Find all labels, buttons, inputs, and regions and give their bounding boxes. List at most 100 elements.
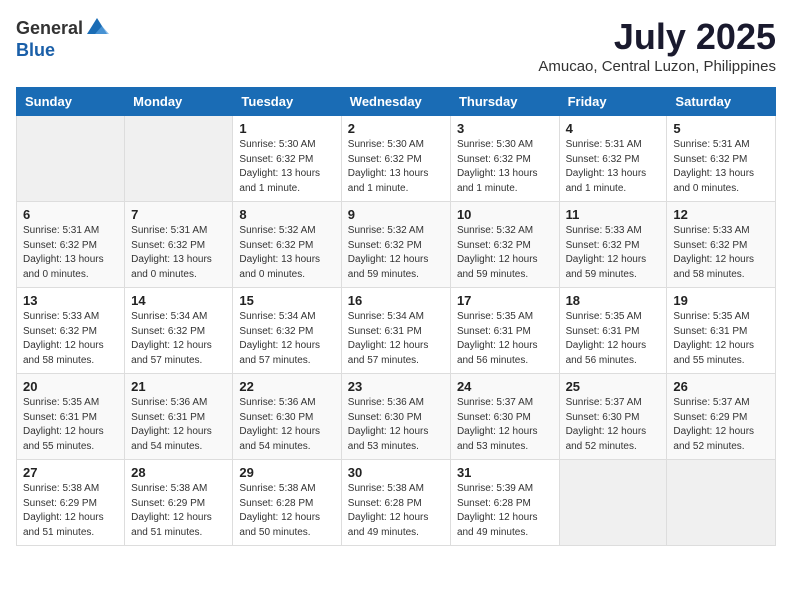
- day-number: 18: [566, 293, 661, 308]
- day-number: 15: [239, 293, 334, 308]
- calendar-cell: 22 Sunrise: 5:36 AM Sunset: 6:30 PM Dayli…: [233, 374, 341, 460]
- calendar-cell: [559, 460, 667, 546]
- calendar-week-row-1: 1 Sunrise: 5:30 AM Sunset: 6:32 PM Daylig…: [17, 116, 776, 202]
- day-info: Sunrise: 5:35 AM Sunset: 6:31 PM Dayligh…: [566, 310, 661, 368]
- day-info: Sunrise: 5:30 AM Sunset: 6:32 PM Dayligh…: [239, 138, 334, 196]
- day-info: Sunrise: 5:38 AM Sunset: 6:28 PM Dayligh…: [348, 482, 444, 540]
- day-number: 23: [348, 379, 444, 394]
- day-number: 20: [23, 379, 118, 394]
- calendar-week-row-3: 13Sunrise: 5:33 AM Sunset: 6:32 PM Dayli…: [17, 288, 776, 374]
- day-info: Sunrise: 5:34 AM Sunset: 6:32 PM Dayligh…: [239, 310, 334, 368]
- logo-blue: Blue: [16, 40, 55, 60]
- day-number: 5: [673, 121, 769, 136]
- day-info: Sunrise: 5:32 AM Sunset: 6:32 PM Dayligh…: [457, 224, 553, 282]
- day-number: 25: [566, 379, 661, 394]
- day-number: 24: [457, 379, 553, 394]
- day-number: 12: [673, 207, 769, 222]
- calendar-cell: 27Sunrise: 5:38 AM Sunset: 6:29 PM Dayli…: [17, 460, 125, 546]
- logo: General Blue: [16, 16, 109, 61]
- calendar-table: SundayMondayTuesdayWednesdayThursdayFrid…: [16, 87, 776, 546]
- calendar-cell: 4 Sunrise: 5:31 AM Sunset: 6:32 PM Daylig…: [559, 116, 667, 202]
- calendar-cell: 20 Sunrise: 5:35 AM Sunset: 6:31 PM Dayli…: [17, 374, 125, 460]
- day-info: Sunrise: 5:39 AM Sunset: 6:28 PM Dayligh…: [457, 482, 553, 540]
- calendar-cell: 14Sunrise: 5:34 AM Sunset: 6:32 PM Dayli…: [125, 288, 233, 374]
- day-info: Sunrise: 5:35 AM Sunset: 6:31 PM Dayligh…: [23, 396, 118, 454]
- day-number: 17: [457, 293, 553, 308]
- day-info: Sunrise: 5:33 AM Sunset: 6:32 PM Dayligh…: [566, 224, 661, 282]
- day-number: 6: [23, 207, 118, 222]
- day-number: 2: [348, 121, 444, 136]
- location-subtitle: Amucao, Central Luzon, Philippines: [538, 58, 776, 75]
- day-number: 26: [673, 379, 769, 394]
- day-info: Sunrise: 5:31 AM Sunset: 6:32 PM Dayligh…: [673, 138, 769, 196]
- day-info: Sunrise: 5:31 AM Sunset: 6:32 PM Dayligh…: [566, 138, 661, 196]
- page-header: General Blue July 2025 Amucao, Central L…: [16, 16, 776, 75]
- day-number: 29: [239, 465, 334, 480]
- calendar-header-friday: Friday: [559, 88, 667, 116]
- day-number: 4: [566, 121, 661, 136]
- day-info: Sunrise: 5:35 AM Sunset: 6:31 PM Dayligh…: [673, 310, 769, 368]
- day-info: Sunrise: 5:38 AM Sunset: 6:29 PM Dayligh…: [131, 482, 226, 540]
- calendar-cell: 12Sunrise: 5:33 AM Sunset: 6:32 PM Dayli…: [667, 202, 776, 288]
- day-info: Sunrise: 5:32 AM Sunset: 6:32 PM Dayligh…: [348, 224, 444, 282]
- calendar-cell: 9 Sunrise: 5:32 AM Sunset: 6:32 PM Daylig…: [341, 202, 450, 288]
- calendar-cell: 26Sunrise: 5:37 AM Sunset: 6:29 PM Dayli…: [667, 374, 776, 460]
- day-number: 19: [673, 293, 769, 308]
- calendar-cell: 5 Sunrise: 5:31 AM Sunset: 6:32 PM Daylig…: [667, 116, 776, 202]
- calendar-cell: 2 Sunrise: 5:30 AM Sunset: 6:32 PM Daylig…: [341, 116, 450, 202]
- calendar-cell: 11 Sunrise: 5:33 AM Sunset: 6:32 PM Dayli…: [559, 202, 667, 288]
- day-number: 8: [239, 207, 334, 222]
- calendar-cell: 31 Sunrise: 5:39 AM Sunset: 6:28 PM Dayli…: [450, 460, 559, 546]
- day-info: Sunrise: 5:30 AM Sunset: 6:32 PM Dayligh…: [348, 138, 444, 196]
- calendar-cell: 23 Sunrise: 5:36 AM Sunset: 6:30 PM Dayli…: [341, 374, 450, 460]
- calendar-cell: 16 Sunrise: 5:34 AM Sunset: 6:31 PM Dayli…: [341, 288, 450, 374]
- day-number: 9: [348, 207, 444, 222]
- day-number: 14: [131, 293, 226, 308]
- calendar-cell: 6 Sunrise: 5:31 AM Sunset: 6:32 PM Daylig…: [17, 202, 125, 288]
- calendar-header-saturday: Saturday: [667, 88, 776, 116]
- calendar-cell: 17 Sunrise: 5:35 AM Sunset: 6:31 PM Dayli…: [450, 288, 559, 374]
- calendar-header-monday: Monday: [125, 88, 233, 116]
- calendar-cell: 18 Sunrise: 5:35 AM Sunset: 6:31 PM Dayli…: [559, 288, 667, 374]
- day-info: Sunrise: 5:31 AM Sunset: 6:32 PM Dayligh…: [131, 224, 226, 282]
- logo-icon: [85, 16, 109, 40]
- calendar-cell: 25 Sunrise: 5:37 AM Sunset: 6:30 PM Dayli…: [559, 374, 667, 460]
- day-info: Sunrise: 5:36 AM Sunset: 6:31 PM Dayligh…: [131, 396, 226, 454]
- calendar-cell: 7 Sunrise: 5:31 AM Sunset: 6:32 PM Daylig…: [125, 202, 233, 288]
- day-number: 1: [239, 121, 334, 136]
- calendar-cell: [125, 116, 233, 202]
- day-number: 28: [131, 465, 226, 480]
- calendar-cell: [667, 460, 776, 546]
- calendar-header-tuesday: Tuesday: [233, 88, 341, 116]
- day-number: 16: [348, 293, 444, 308]
- day-number: 30: [348, 465, 444, 480]
- calendar-cell: 19 Sunrise: 5:35 AM Sunset: 6:31 PM Dayli…: [667, 288, 776, 374]
- calendar-cell: 28 Sunrise: 5:38 AM Sunset: 6:29 PM Dayli…: [125, 460, 233, 546]
- day-info: Sunrise: 5:38 AM Sunset: 6:28 PM Dayligh…: [239, 482, 334, 540]
- day-info: Sunrise: 5:32 AM Sunset: 6:32 PM Dayligh…: [239, 224, 334, 282]
- day-info: Sunrise: 5:35 AM Sunset: 6:31 PM Dayligh…: [457, 310, 553, 368]
- calendar-cell: 24 Sunrise: 5:37 AM Sunset: 6:30 PM Dayli…: [450, 374, 559, 460]
- day-number: 7: [131, 207, 226, 222]
- day-info: Sunrise: 5:34 AM Sunset: 6:31 PM Dayligh…: [348, 310, 444, 368]
- calendar-header-row: SundayMondayTuesdayWednesdayThursdayFrid…: [17, 88, 776, 116]
- calendar-week-row-5: 27Sunrise: 5:38 AM Sunset: 6:29 PM Dayli…: [17, 460, 776, 546]
- day-info: Sunrise: 5:37 AM Sunset: 6:30 PM Dayligh…: [457, 396, 553, 454]
- day-number: 3: [457, 121, 553, 136]
- day-number: 11: [566, 207, 661, 222]
- calendar-cell: 29 Sunrise: 5:38 AM Sunset: 6:28 PM Dayli…: [233, 460, 341, 546]
- calendar-cell: 10 Sunrise: 5:32 AM Sunset: 6:32 PM Dayli…: [450, 202, 559, 288]
- day-info: Sunrise: 5:36 AM Sunset: 6:30 PM Dayligh…: [239, 396, 334, 454]
- day-number: 22: [239, 379, 334, 394]
- day-info: Sunrise: 5:37 AM Sunset: 6:30 PM Dayligh…: [566, 396, 661, 454]
- day-info: Sunrise: 5:30 AM Sunset: 6:32 PM Dayligh…: [457, 138, 553, 196]
- day-number: 31: [457, 465, 553, 480]
- calendar-cell: 30 Sunrise: 5:38 AM Sunset: 6:28 PM Dayli…: [341, 460, 450, 546]
- day-number: 10: [457, 207, 553, 222]
- calendar-cell: 1 Sunrise: 5:30 AM Sunset: 6:32 PM Daylig…: [233, 116, 341, 202]
- day-number: 13: [23, 293, 118, 308]
- day-info: Sunrise: 5:36 AM Sunset: 6:30 PM Dayligh…: [348, 396, 444, 454]
- day-number: 21: [131, 379, 226, 394]
- calendar-header-thursday: Thursday: [450, 88, 559, 116]
- day-info: Sunrise: 5:31 AM Sunset: 6:32 PM Dayligh…: [23, 224, 118, 282]
